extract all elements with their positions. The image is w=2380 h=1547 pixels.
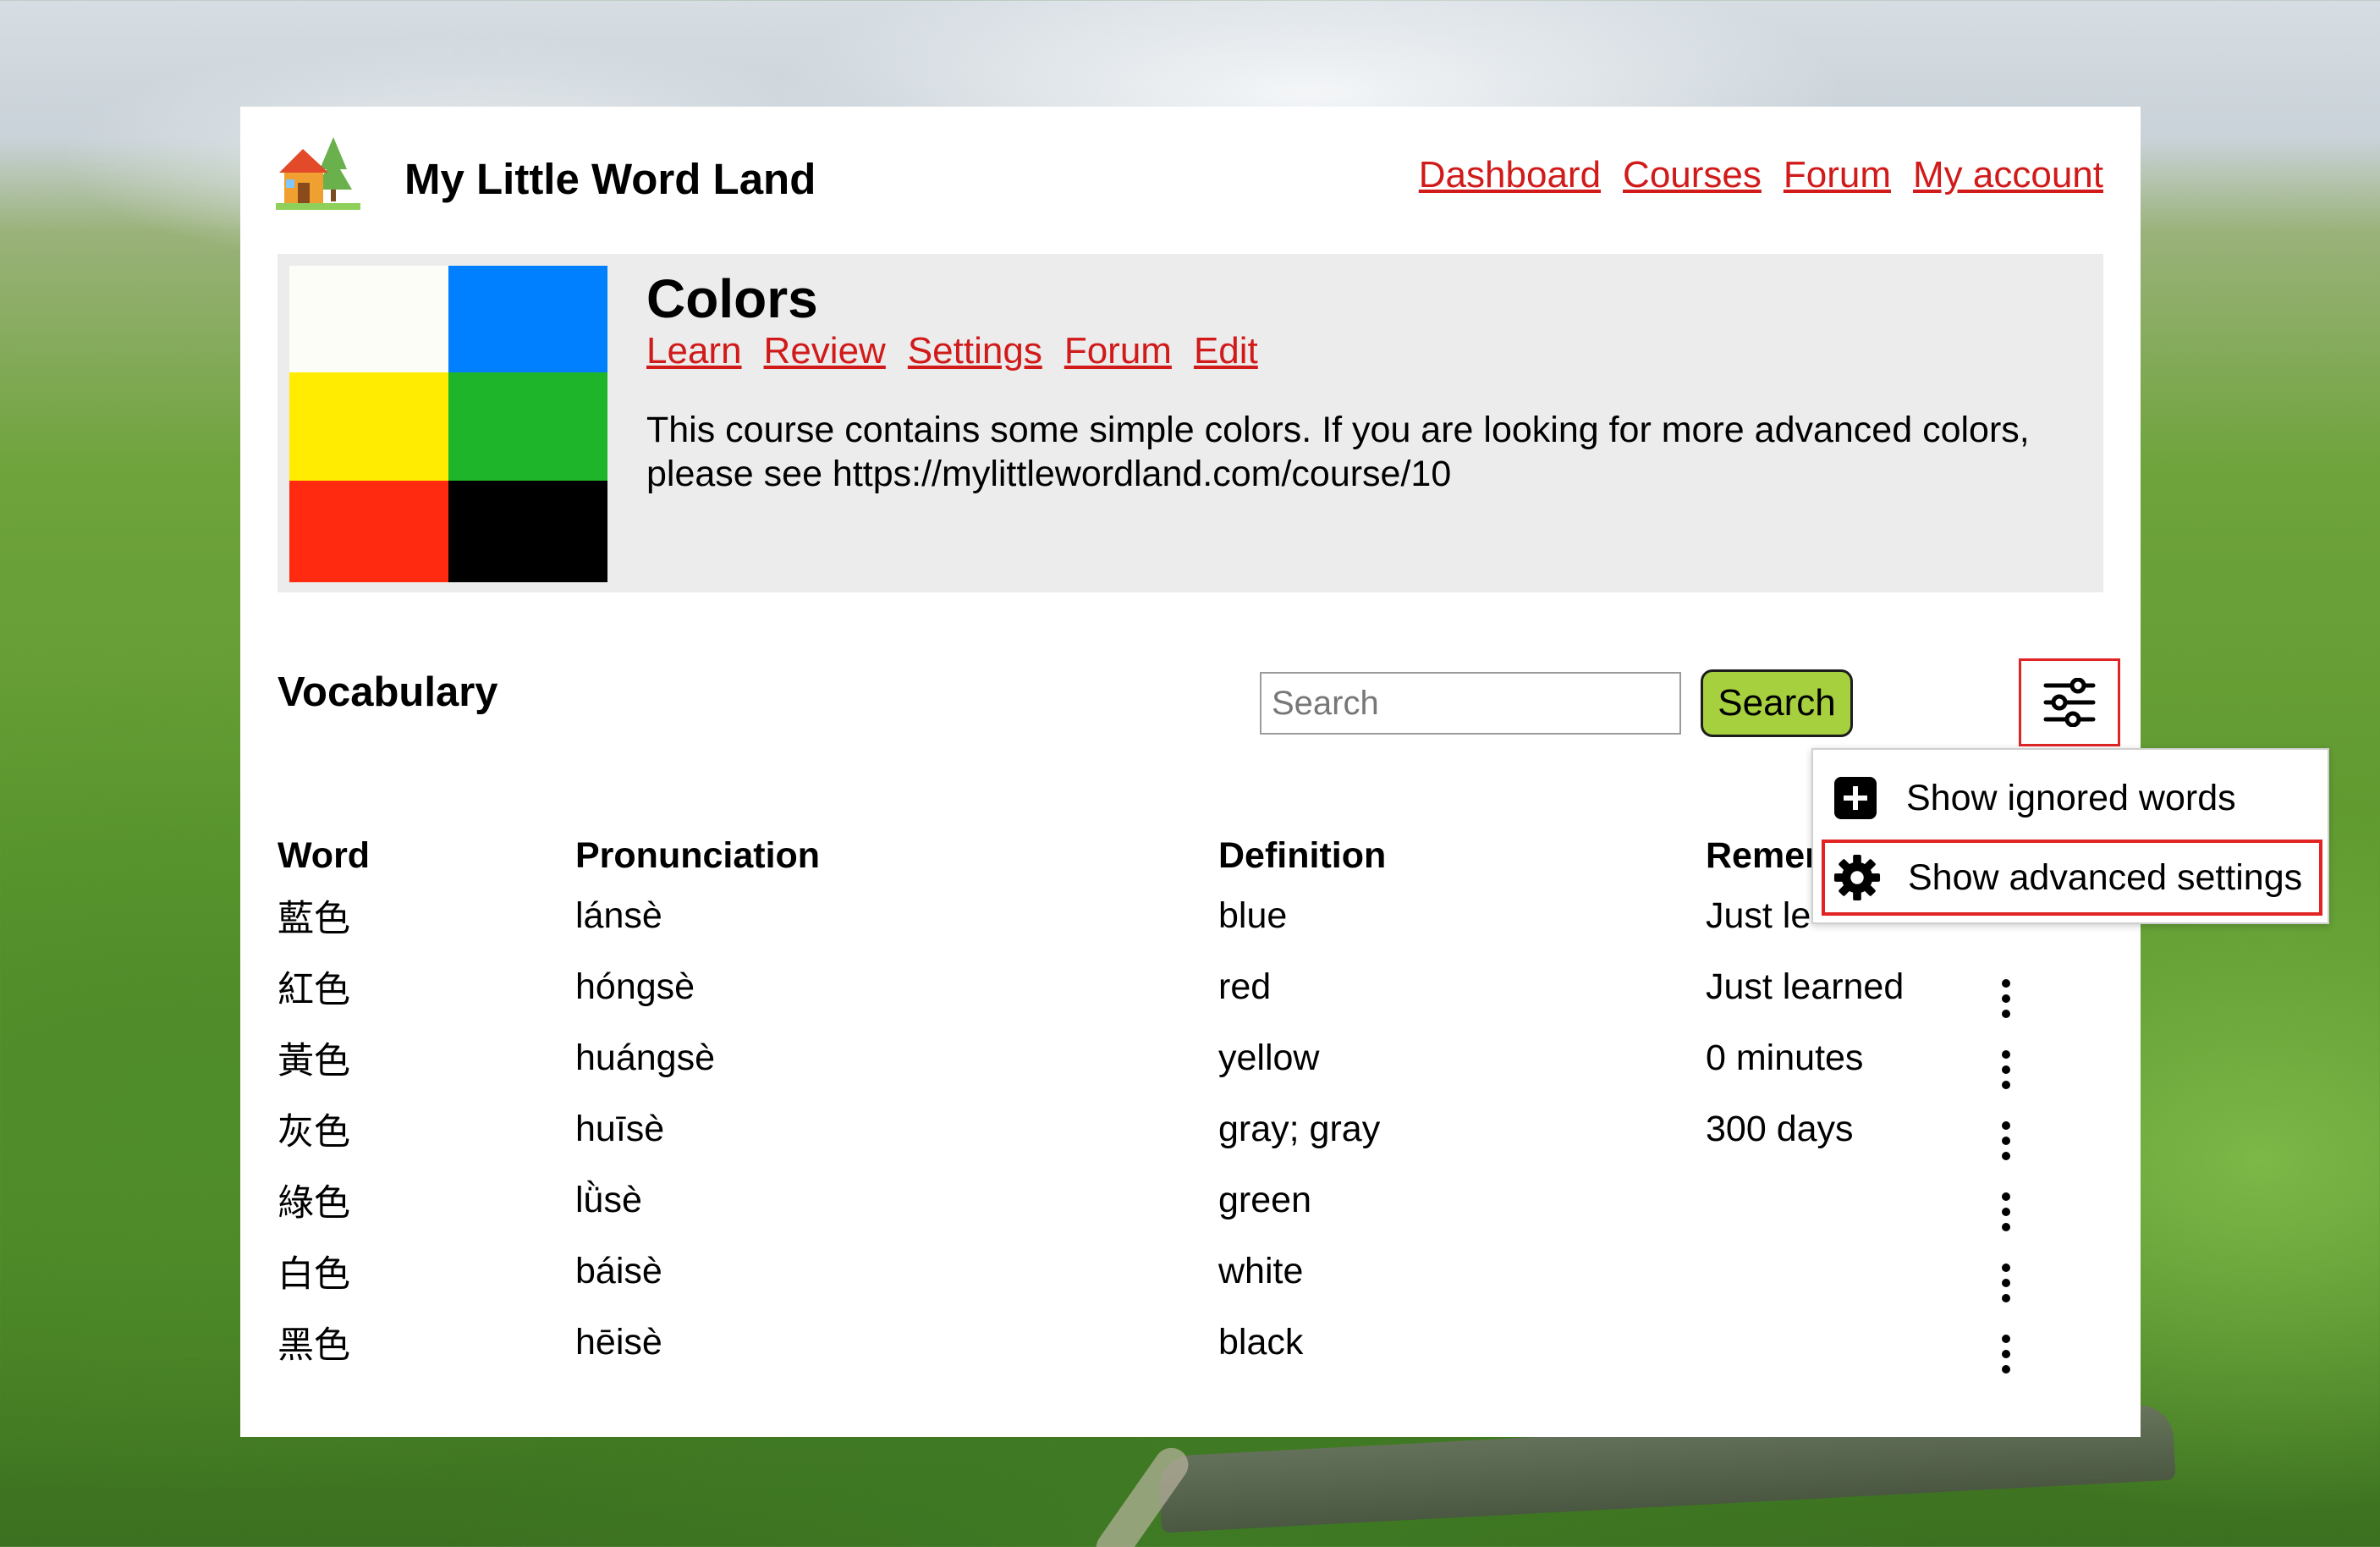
table-row: 紅色 hóngsè red Just learned bbox=[278, 951, 2061, 1022]
remember-cell: 0 minutes bbox=[1706, 1037, 1864, 1078]
definition-cell: blue bbox=[1218, 895, 1288, 936]
table-row: 黃色 huángsè yellow 0 minutes bbox=[278, 1022, 2061, 1093]
vocabulary-table: Word Pronunciation Definition Remer 藍色 l… bbox=[278, 809, 2061, 1378]
table-row: 灰色 huīsè gray; gray 300 days bbox=[278, 1093, 2061, 1164]
color-swatch bbox=[448, 372, 607, 481]
vocabulary-title: Vocabulary bbox=[278, 669, 498, 715]
menu-item-show-ignored-words[interactable]: Show ignored words bbox=[1832, 760, 2236, 836]
pronunciation-cell: lǜsè bbox=[575, 1179, 642, 1220]
pronunciation-cell: huīsè bbox=[575, 1108, 665, 1149]
pronunciation-cell: báisè bbox=[575, 1250, 662, 1291]
filter-settings-button[interactable] bbox=[2019, 658, 2120, 746]
more-options-icon[interactable] bbox=[2002, 1050, 2010, 1089]
row-actions-cell bbox=[1960, 951, 2061, 1022]
table-row: 綠色 lǜsè green bbox=[278, 1164, 2061, 1236]
menu-item-label: Show ignored words bbox=[1906, 777, 2236, 818]
column-header-definition[interactable]: Definition bbox=[1218, 809, 1706, 880]
course-link-settings[interactable]: Settings bbox=[908, 330, 1042, 372]
more-options-icon[interactable] bbox=[2002, 1263, 2010, 1302]
top-nav: Dashboard Courses Forum My account bbox=[1419, 154, 2103, 196]
table-row: 白色 báisè white bbox=[278, 1236, 2061, 1307]
definition-cell: white bbox=[1218, 1250, 1304, 1291]
course-link-forum[interactable]: Forum bbox=[1064, 330, 1172, 372]
pronunciation-cell: huángsè bbox=[575, 1037, 715, 1078]
table-row: 藍色 lánsè blue Just le bbox=[278, 880, 2061, 951]
definition-cell: gray; gray bbox=[1218, 1108, 1381, 1149]
gear-icon bbox=[1833, 854, 1881, 901]
row-actions-cell bbox=[1960, 1236, 2061, 1307]
course-links: Learn Review Settings Forum Edit bbox=[646, 330, 1258, 372]
pronunciation-cell: hóngsè bbox=[575, 966, 695, 1007]
course-link-learn[interactable]: Learn bbox=[646, 330, 742, 372]
plus-square-icon bbox=[1832, 774, 1879, 822]
pronunciation-cell: lánsè bbox=[575, 895, 662, 936]
course-title: Colors bbox=[646, 268, 818, 329]
row-actions-cell bbox=[1960, 1093, 2061, 1164]
definition-cell: yellow bbox=[1218, 1037, 1320, 1078]
course-header: Colors Learn Review Settings Forum Edit … bbox=[278, 254, 2103, 592]
course-link-edit[interactable]: Edit bbox=[1194, 330, 1258, 372]
word-cell: 黑色 bbox=[278, 1325, 350, 1366]
course-image bbox=[289, 266, 607, 582]
nav-forum[interactable]: Forum bbox=[1784, 154, 1891, 196]
course-link-review[interactable]: Review bbox=[764, 330, 886, 372]
table-header-row: Word Pronunciation Definition Remer bbox=[278, 809, 2061, 880]
search-button[interactable]: Search bbox=[1701, 669, 1853, 737]
menu-item-show-advanced-settings[interactable]: Show advanced settings bbox=[1822, 840, 2322, 916]
color-swatch bbox=[448, 266, 607, 372]
definition-cell: green bbox=[1218, 1179, 1311, 1220]
word-cell: 白色 bbox=[278, 1254, 350, 1295]
sliders-icon bbox=[2043, 678, 2096, 727]
nav-my-account[interactable]: My account bbox=[1913, 154, 2103, 196]
more-options-icon[interactable] bbox=[2002, 979, 2010, 1018]
word-cell: 黃色 bbox=[278, 1041, 350, 1082]
more-options-icon[interactable] bbox=[2002, 1192, 2010, 1231]
remember-cell bbox=[1706, 1164, 1960, 1236]
row-actions-cell bbox=[1960, 1307, 2061, 1378]
word-cell: 紅色 bbox=[278, 970, 350, 1010]
pronunciation-cell: hēisè bbox=[575, 1321, 662, 1363]
color-swatch bbox=[448, 481, 607, 582]
word-cell: 灰色 bbox=[278, 1112, 350, 1153]
color-swatch bbox=[289, 372, 448, 481]
menu-item-label: Show advanced settings bbox=[1908, 856, 2303, 898]
word-cell: 藍色 bbox=[278, 899, 350, 939]
row-actions-cell bbox=[1960, 1164, 2061, 1236]
remember-cell: Just learned bbox=[1706, 966, 1905, 1007]
more-options-icon[interactable] bbox=[2002, 1121, 2010, 1160]
site-title: My Little Word Land bbox=[404, 155, 816, 203]
column-header-word[interactable]: Word bbox=[278, 809, 575, 880]
definition-cell: red bbox=[1218, 966, 1272, 1007]
more-options-icon[interactable] bbox=[2002, 1335, 2010, 1374]
column-header-pronunciation[interactable]: Pronunciation bbox=[575, 809, 1218, 880]
row-actions-cell bbox=[1960, 1022, 2061, 1093]
table-row: 黑色 hēisè black bbox=[278, 1307, 2061, 1378]
nav-dashboard[interactable]: Dashboard bbox=[1419, 154, 1601, 196]
course-description: This course contains some simple colors.… bbox=[646, 410, 2030, 494]
filter-dropdown-menu: Show ignored words Show advanced setting bbox=[1811, 748, 2329, 924]
remember-cell bbox=[1706, 1236, 1960, 1307]
search-input[interactable] bbox=[1260, 672, 1681, 735]
nav-courses[interactable]: Courses bbox=[1623, 154, 1762, 196]
definition-cell: black bbox=[1218, 1321, 1304, 1363]
word-cell: 綠色 bbox=[278, 1183, 350, 1224]
remember-cell bbox=[1706, 1307, 1960, 1378]
color-swatch bbox=[289, 266, 448, 372]
remember-cell: 300 days bbox=[1706, 1108, 1854, 1149]
color-swatch bbox=[289, 481, 448, 582]
house-tree-icon[interactable] bbox=[274, 130, 362, 218]
